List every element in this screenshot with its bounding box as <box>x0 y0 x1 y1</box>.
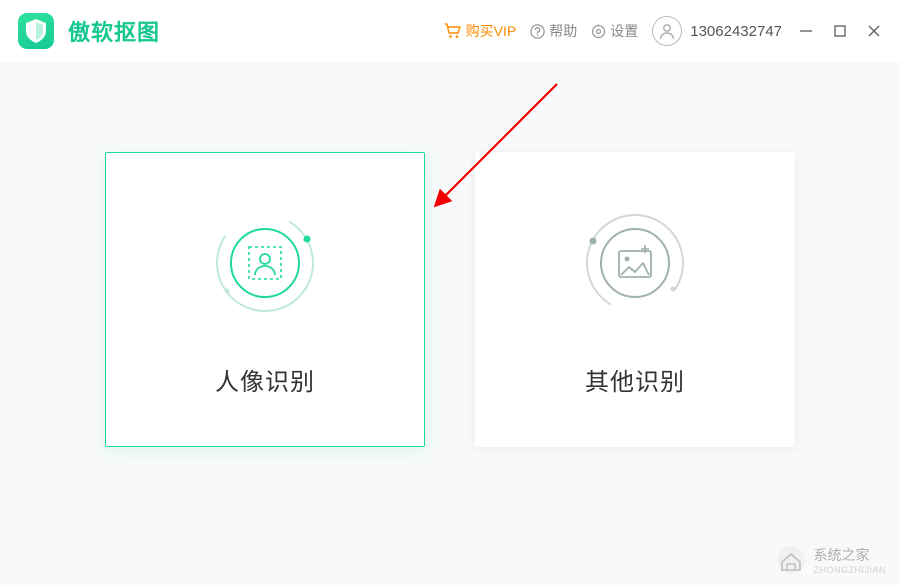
user-id: 13062432747 <box>690 23 782 40</box>
other-recognition-card[interactable]: 其他识别 <box>475 152 795 447</box>
window-controls <box>798 23 882 39</box>
buy-vip-button[interactable]: 购买VIP <box>444 21 517 41</box>
cart-icon <box>444 23 462 39</box>
titlebar: 傲软抠图 购买VIP 帮助 设置 13062432 <box>0 0 900 62</box>
watermark-main: 系统之家 <box>814 545 887 565</box>
close-button[interactable] <box>866 23 882 39</box>
person-icon <box>658 22 676 40</box>
shield-icon <box>26 19 46 43</box>
portrait-recognition-card[interactable]: 人像识别 <box>105 152 425 447</box>
house-icon <box>774 545 808 575</box>
maximize-icon <box>833 24 847 38</box>
other-card-label: 其他识别 <box>585 362 685 397</box>
app-title: 傲软抠图 <box>68 15 160 47</box>
maximize-button[interactable] <box>832 23 848 39</box>
other-icon <box>575 203 695 328</box>
watermark: 系统之家 ZHONGZHIJIAN <box>774 545 887 575</box>
minimize-button[interactable] <box>798 23 814 39</box>
watermark-sub: ZHONGZHIJIAN <box>814 565 887 575</box>
minimize-icon <box>799 24 813 38</box>
portrait-card-label: 人像识别 <box>215 362 315 397</box>
close-icon <box>867 24 881 38</box>
avatar-icon <box>652 16 682 46</box>
app-logo <box>18 13 54 49</box>
help-label: 帮助 <box>549 21 577 41</box>
help-button[interactable]: 帮助 <box>530 21 577 41</box>
user-account[interactable]: 13062432747 <box>652 16 782 46</box>
settings-label: 设置 <box>610 21 638 41</box>
main-content: 人像识别 其他识别 <box>0 62 900 585</box>
help-icon <box>530 24 545 39</box>
gear-icon <box>591 24 606 39</box>
portrait-icon <box>205 203 325 328</box>
buy-vip-label: 购买VIP <box>466 21 517 41</box>
settings-button[interactable]: 设置 <box>591 21 638 41</box>
